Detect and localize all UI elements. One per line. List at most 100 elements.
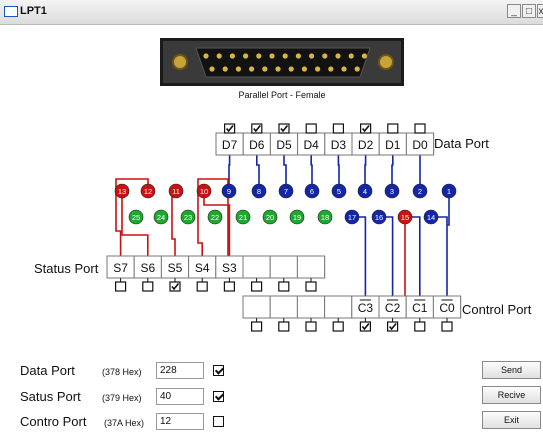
status-port-bit-checkbox[interactable] (223, 281, 235, 292)
register-label-control: Contro Port (20, 414, 87, 429)
data-port-bit-checkbox[interactable] (360, 123, 372, 134)
control-port-bit-checkbox[interactable] (332, 321, 344, 332)
data-port-bit-checkbox[interactable] (387, 123, 399, 134)
connector-pin-dot (354, 66, 360, 72)
register-label-status: Satus Port (20, 389, 81, 404)
connector-pin-dot (222, 66, 228, 72)
data-port-bit-checkbox[interactable] (414, 123, 426, 134)
control-port-bit-checkbox[interactable] (387, 321, 399, 332)
register-hex-status: (379 Hex) (102, 393, 142, 403)
pin-marker-number: 10 (200, 187, 208, 196)
data-port-checkbox[interactable] (213, 365, 224, 376)
status-port-value-input[interactable]: 40 (156, 388, 204, 405)
status-port-bit-checkbox[interactable] (114, 281, 127, 292)
control-port-value-input[interactable]: 12 (156, 413, 204, 430)
connector-pin-dot (203, 53, 209, 59)
status-port-bit-checkbox[interactable] (251, 281, 263, 292)
control-port-bit-label: C3 (358, 301, 374, 315)
control-port-bit-checkbox[interactable] (251, 321, 263, 332)
control-port-bit-label: C1 (412, 301, 428, 315)
connector-pin-dot (256, 53, 262, 59)
connector-pin-dot (249, 66, 255, 72)
control-port-bit-label: C2 (385, 301, 401, 315)
data-port-value-input[interactable]: 228 (156, 362, 204, 379)
control-port-bit-cell (324, 295, 353, 319)
connector-pin-dot (335, 53, 341, 59)
db25-connector (160, 38, 404, 86)
control-wire (405, 216, 421, 296)
status-port-bit-checkbox[interactable] (305, 281, 317, 292)
pin-marker-number: 24 (157, 213, 165, 222)
data-port-bit-label: D1 (385, 138, 401, 152)
connector-pin-dot (348, 53, 354, 59)
control-port-bit-checkbox[interactable] (414, 321, 426, 332)
status-port-bit-label: S7 (113, 261, 128, 275)
status-port-bit-checkbox[interactable] (196, 281, 208, 292)
status-port-bit-checkbox[interactable] (142, 281, 154, 292)
pin-markers: 13 12 11 10 9 8 7 6 5 4 3 2 125 24 23 22 21 20 19 18 17 16 15 1… (114, 183, 457, 225)
pin-marker-number: 25 (132, 213, 140, 222)
register-label-data: Data Port (20, 363, 75, 378)
receive-button[interactable]: Recive (482, 386, 541, 404)
status-port-bit-cell (242, 255, 271, 279)
status-port-bit-label: S6 (140, 261, 155, 275)
data-port-bit-checkbox[interactable] (305, 123, 317, 134)
data-port-bit-checkbox[interactable] (332, 123, 344, 134)
pin-marker-number: 5 (337, 187, 341, 196)
port-diagram: Parallel Port - Female D7 D6 D5 D4 D3 D2 D1 D0 S… (106, 38, 462, 332)
control-port-checkbox[interactable] (213, 416, 224, 427)
connector-pin-dot (275, 66, 281, 72)
control-port-bit-checkbox[interactable] (359, 321, 371, 332)
pin-marker-number: 1 (447, 187, 451, 196)
control-wire (379, 216, 394, 296)
pin-marker-number: 21 (239, 213, 247, 222)
pin-marker-number: 6 (310, 187, 314, 196)
connector-pin-dot (341, 66, 347, 72)
connector-pin-dot (209, 66, 215, 72)
pin-marker-number: 4 (363, 187, 367, 196)
data-port-bit-label: D4 (304, 138, 320, 152)
pin-marker-number: 16 (375, 213, 383, 222)
control-port-bit-checkbox[interactable] (441, 321, 453, 332)
connector-pin-dot (269, 53, 275, 59)
connector-pin-dot (229, 53, 235, 59)
data-port-bit-checkbox[interactable] (278, 123, 290, 134)
connector-pin-dot (295, 53, 301, 59)
connector-pin-dot (322, 53, 328, 59)
connector-pin-dot (315, 66, 321, 72)
pin-marker-number: 12 (144, 187, 152, 196)
connector-pin-dot (328, 66, 334, 72)
data-port-bit-checkbox[interactable] (224, 123, 236, 134)
control-port-bit-checkbox[interactable] (305, 321, 317, 332)
control-port-bit-label: C0 (439, 301, 455, 315)
register-hex-control: (37A Hex) (104, 418, 145, 428)
status-port-bit-checkbox[interactable] (278, 281, 290, 292)
data-port-bit-label: D3 (331, 138, 347, 152)
connector-pin-dot (262, 66, 268, 72)
data-port-bit-checkbox[interactable] (251, 123, 263, 134)
pin-marker-number: 9 (227, 187, 231, 196)
send-button[interactable]: Send (482, 361, 541, 379)
pin-marker-number: 15 (401, 213, 409, 222)
pin-marker-number: 23 (184, 213, 192, 222)
register-hex-data: (378 Hex) (102, 367, 142, 377)
control-wire (352, 216, 367, 296)
data-port-bit-label: D6 (249, 138, 265, 152)
pin-marker-number: 7 (284, 187, 288, 196)
status-port-bit-checkbox[interactable] (169, 281, 181, 292)
pin-marker-number: 17 (348, 213, 356, 222)
control-port-bit-cell (296, 295, 326, 319)
pin-marker-number: 22 (211, 213, 219, 222)
status-port-bit-label: S3 (222, 261, 237, 275)
exit-button[interactable]: Exit (482, 411, 541, 429)
status-port-bit-cell (296, 255, 326, 279)
control-port-bit-checkbox[interactable] (278, 321, 290, 332)
control-port-bit-cell (269, 295, 298, 319)
connector-pin-dot (235, 66, 241, 72)
pin-marker-number: 8 (257, 187, 261, 196)
data-port-bit-label: D5 (276, 138, 292, 152)
status-port-bit-cell (269, 255, 298, 279)
status-port-checkbox[interactable] (213, 391, 224, 402)
pin-marker-number: 11 (172, 187, 180, 196)
connector-pin-dot (282, 53, 288, 59)
